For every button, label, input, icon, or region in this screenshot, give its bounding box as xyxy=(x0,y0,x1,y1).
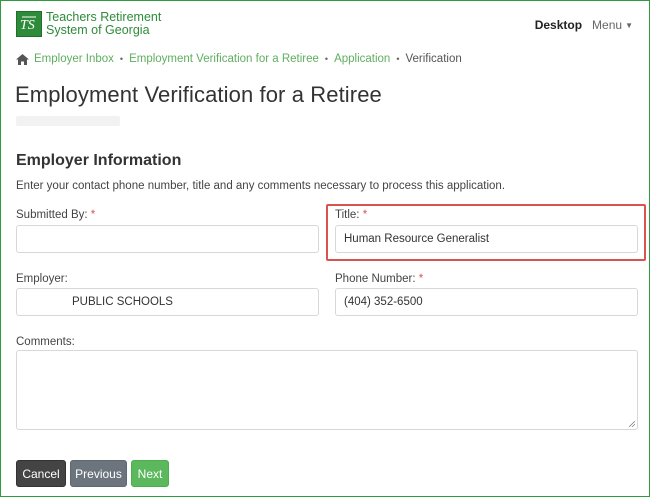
desktop-link[interactable]: Desktop xyxy=(535,18,582,32)
required-marker: * xyxy=(90,209,96,221)
submitted-by-label-text: Submitted By: xyxy=(16,209,88,221)
phone-input[interactable]: (404) 352-6500 xyxy=(335,288,638,316)
trs-logo-icon: TS xyxy=(16,11,42,37)
section-description: Enter your contact phone number, title a… xyxy=(16,180,506,192)
redacted-subtitle xyxy=(16,116,120,126)
breadcrumb-separator: • xyxy=(119,54,124,64)
cancel-button[interactable]: Cancel xyxy=(16,460,66,487)
submitted-by-label: Submitted By: * xyxy=(16,209,95,221)
trs-logo[interactable]: TS Teachers Retirement System of Georgia xyxy=(16,11,161,37)
required-marker: * xyxy=(418,273,424,285)
home-icon[interactable] xyxy=(16,53,29,65)
breadcrumb-employment-verification[interactable]: Employment Verification for a Retiree xyxy=(129,53,319,65)
logo-line-2: System of Georgia xyxy=(46,23,150,37)
menu-label: Menu xyxy=(592,18,623,32)
comments-textarea[interactable] xyxy=(16,350,638,430)
page-title: Employment Verification for a Retiree xyxy=(15,82,382,107)
employer-input[interactable]: PUBLIC SCHOOLS xyxy=(16,288,319,316)
previous-button[interactable]: Previous xyxy=(70,460,127,487)
submitted-by-input[interactable] xyxy=(16,225,319,253)
comments-label: Comments: xyxy=(16,336,75,348)
phone-label-text: Phone Number: xyxy=(335,273,416,285)
resize-handle-icon[interactable] xyxy=(629,421,635,427)
breadcrumb-separator: • xyxy=(396,54,400,64)
section-heading: Employer Information xyxy=(16,152,182,169)
phone-label: Phone Number: * xyxy=(335,273,423,285)
svg-text:TS: TS xyxy=(20,18,35,33)
top-nav: Desktop Menu ▼ xyxy=(535,18,633,32)
menu-dropdown[interactable]: Menu ▼ xyxy=(592,18,633,32)
title-field-highlight xyxy=(326,204,646,261)
breadcrumb-application[interactable]: Application xyxy=(334,53,390,65)
next-button[interactable]: Next xyxy=(131,460,169,487)
caret-down-icon: ▼ xyxy=(625,20,633,30)
logo-text: Teachers Retirement System of Georgia xyxy=(46,11,161,37)
employer-label-text: Employer: xyxy=(16,273,68,285)
breadcrumb-current: Verification xyxy=(405,53,462,65)
comments-label-text: Comments: xyxy=(16,336,75,348)
breadcrumb-separator: • xyxy=(324,54,329,64)
breadcrumb: Employer Inbox • Employment Verification… xyxy=(16,53,462,65)
breadcrumb-employer-inbox[interactable]: Employer Inbox xyxy=(34,53,114,65)
employer-label: Employer: xyxy=(16,273,68,285)
